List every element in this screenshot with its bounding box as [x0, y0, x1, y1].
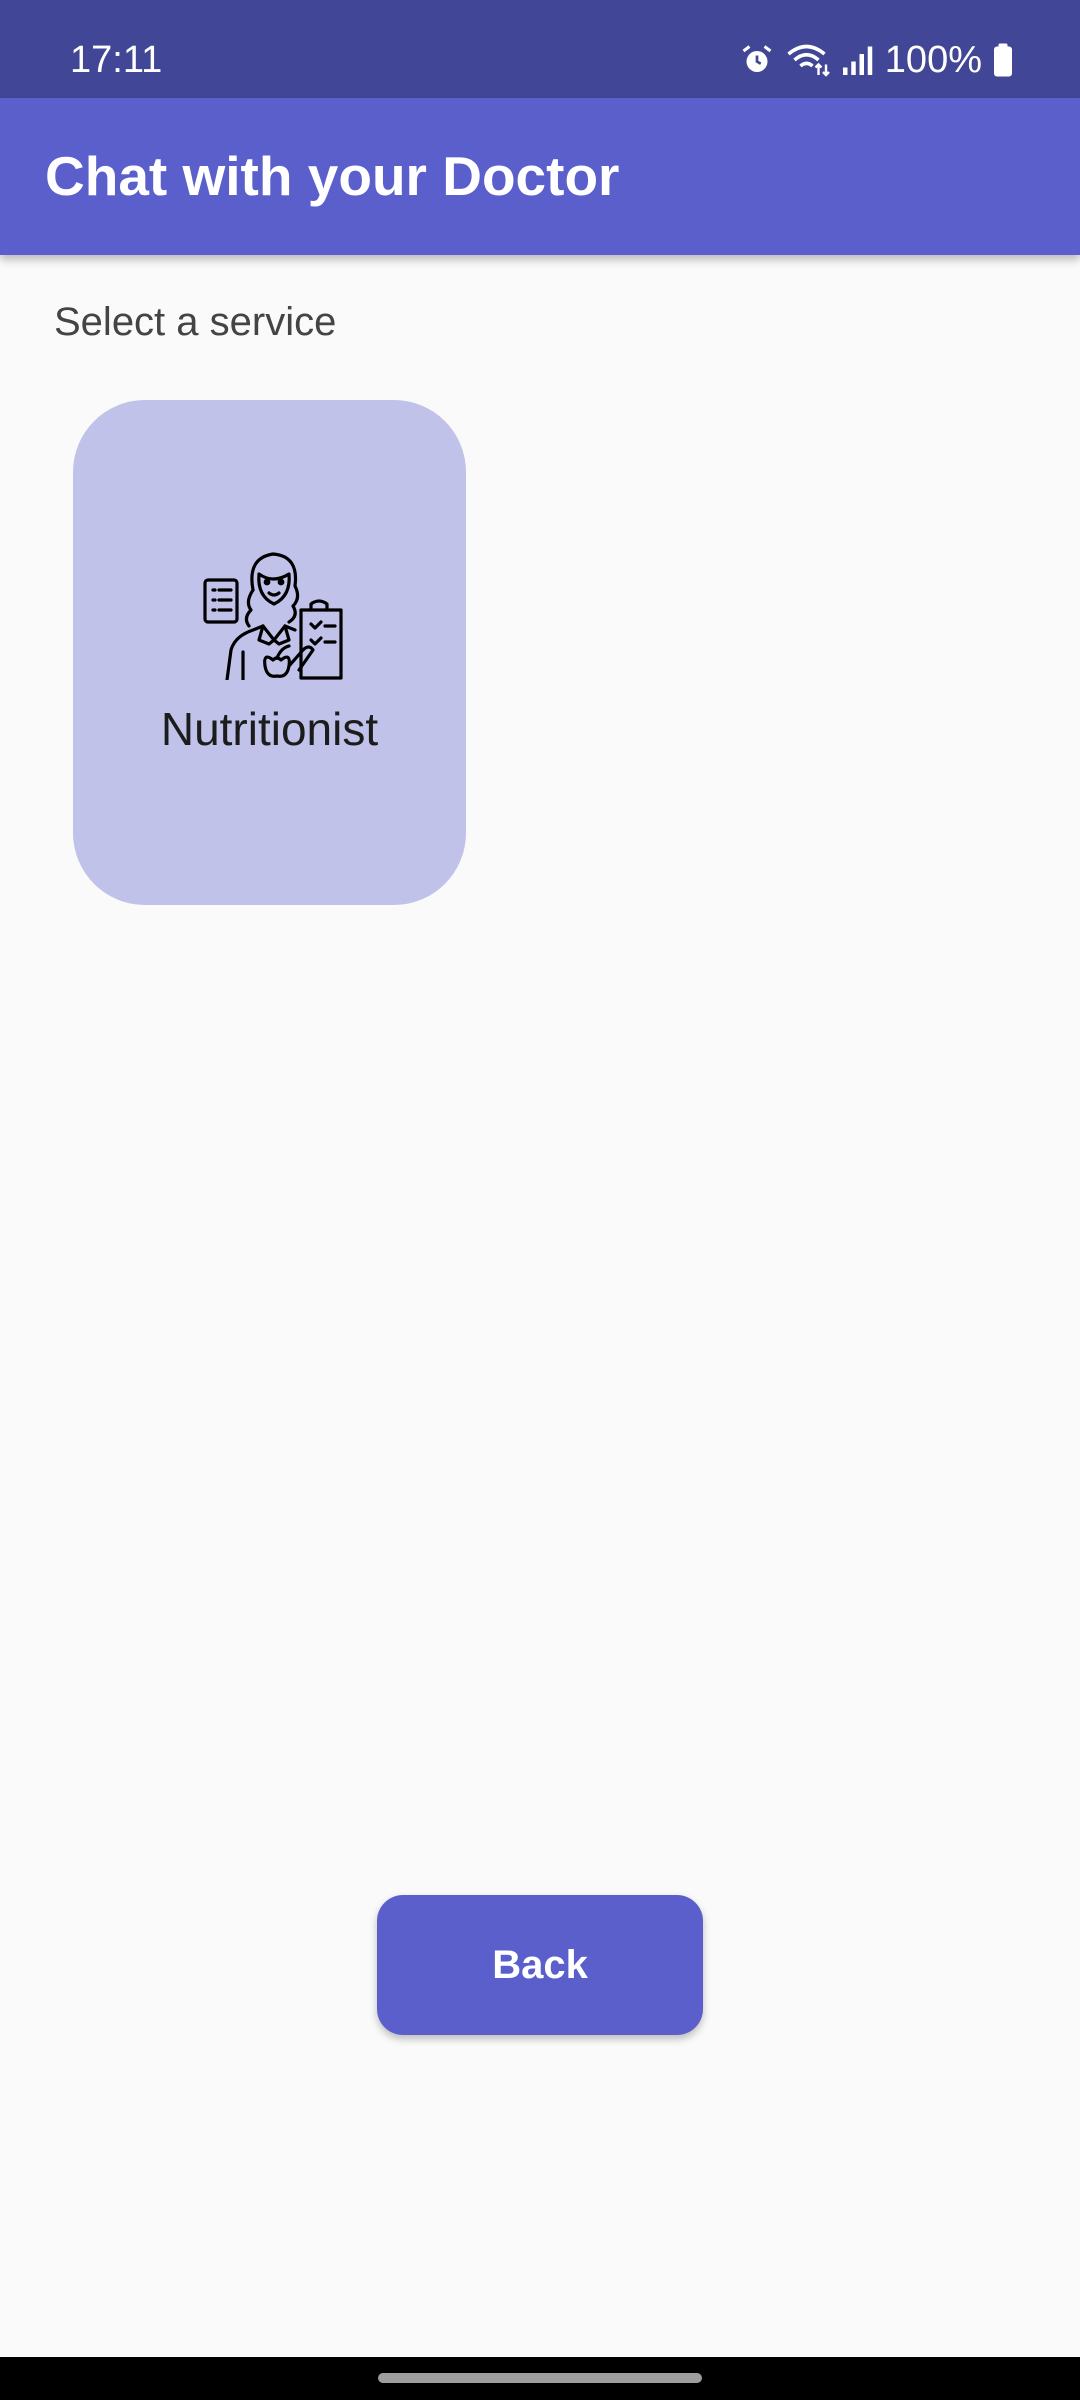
alarm-icon: [742, 45, 772, 72]
home-handle[interactable]: [378, 2373, 702, 2383]
page-title: Chat with your Doctor: [45, 145, 620, 207]
nutritionist-icon: [203, 552, 343, 680]
navigation-bar: [0, 2357, 1080, 2400]
back-button[interactable]: Back: [377, 1895, 703, 2035]
battery-percent: 100%: [884, 38, 982, 81]
signal-icon: [842, 46, 873, 75]
app-bar: Chat with your Doctor: [0, 98, 1080, 255]
wifi-icon: [787, 44, 830, 77]
status-icons: 100%: [739, 0, 1014, 98]
status-time: 17:11: [70, 39, 163, 81]
battery-icon: [994, 43, 1012, 77]
service-card-nutritionist[interactable]: Nutritionist: [73, 400, 466, 905]
status-bar: 17:11 100%: [0, 0, 1080, 98]
service-label: Nutritionist: [160, 703, 379, 755]
section-label: Select a service: [54, 300, 337, 344]
